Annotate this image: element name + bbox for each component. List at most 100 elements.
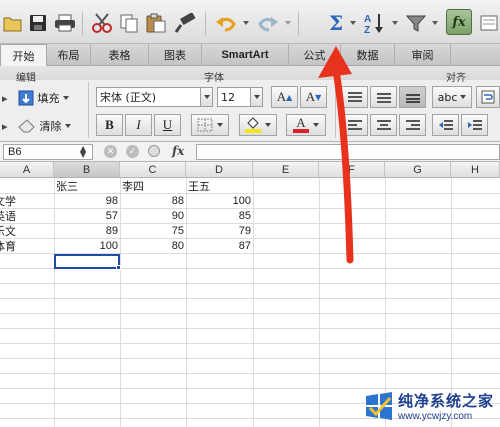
column-header-d[interactable]: D bbox=[186, 162, 253, 178]
cell-c3[interactable]: 90 bbox=[120, 208, 186, 223]
wrap-icon bbox=[481, 90, 495, 104]
cell-a3[interactable]: 英语 bbox=[0, 208, 54, 223]
cell-d4[interactable]: 79 bbox=[186, 223, 253, 238]
group-title-edit: 编辑 bbox=[16, 73, 36, 84]
cell-a5[interactable]: 体育 bbox=[0, 238, 54, 253]
cell-d5[interactable]: 87 bbox=[186, 238, 253, 253]
cell-d3[interactable]: 85 bbox=[186, 208, 253, 223]
borders-button[interactable] bbox=[191, 114, 229, 136]
column-header-a[interactable]: A bbox=[0, 162, 54, 178]
filter-icon[interactable] bbox=[404, 10, 430, 36]
cell-b3[interactable]: 57 bbox=[54, 208, 120, 223]
tab-charts[interactable]: 图表 bbox=[149, 44, 202, 66]
cell-a4[interactable]: 乐文 bbox=[0, 223, 54, 238]
column-header-e[interactable]: E bbox=[253, 162, 319, 178]
cell-c4[interactable]: 75 bbox=[120, 223, 186, 238]
align-bottom-button[interactable] bbox=[399, 86, 426, 108]
group-title-font: 字体 bbox=[204, 73, 224, 84]
paint-bucket-icon bbox=[247, 117, 259, 129]
tab-layout[interactable]: 布局 bbox=[47, 44, 91, 66]
shrink-font-button[interactable]: A ▼ bbox=[300, 86, 327, 108]
formula-state-icon bbox=[148, 145, 160, 157]
decrease-indent-button[interactable] bbox=[432, 114, 459, 136]
cell-c1[interactable]: 李四 bbox=[120, 178, 186, 193]
font-size-field[interactable]: 12 bbox=[217, 87, 251, 107]
format-painter-icon[interactable] bbox=[172, 10, 198, 36]
column-header-h[interactable]: H bbox=[451, 162, 500, 178]
formula-input[interactable] bbox=[196, 144, 500, 160]
cell-b5[interactable]: 100 bbox=[54, 238, 120, 253]
svg-text:A: A bbox=[364, 14, 371, 25]
watermark-logo-icon bbox=[364, 392, 394, 420]
cut-icon[interactable] bbox=[90, 10, 114, 36]
underline-button[interactable]: U bbox=[154, 114, 181, 136]
ribbon-home: 编辑 字体 对齐 ▸ 填充 ▸ 清除 宋体 (正文) 12 A ▲ A ▼ B I … bbox=[0, 66, 500, 142]
tab-formulas[interactable]: 公式 bbox=[289, 44, 341, 66]
fill-down-icon bbox=[18, 90, 34, 106]
open-folder-icon[interactable] bbox=[2, 10, 24, 36]
clear-label: 清除 bbox=[39, 120, 62, 133]
cell-c5[interactable]: 80 bbox=[120, 238, 186, 253]
align-top-button[interactable] bbox=[341, 86, 368, 108]
fill-button[interactable]: ▸ 填充 bbox=[2, 88, 69, 108]
tab-home[interactable]: 开始 bbox=[0, 44, 47, 67]
increase-indent-button[interactable] bbox=[461, 114, 488, 136]
tab-data[interactable]: 数据 bbox=[341, 44, 395, 66]
align-middle-button[interactable] bbox=[370, 86, 397, 108]
font-color-button[interactable]: A bbox=[286, 114, 326, 136]
sort-icon[interactable]: AZ bbox=[362, 10, 388, 36]
formula-builder-icon: fx bbox=[452, 14, 466, 30]
name-box-stepper-icon[interactable]: ▲ ▼ bbox=[80, 145, 86, 159]
print-icon[interactable] bbox=[53, 10, 77, 36]
align-center-button[interactable] bbox=[370, 114, 397, 136]
cell-b4[interactable]: 89 bbox=[54, 223, 120, 238]
fill-handle[interactable] bbox=[116, 265, 121, 270]
font-name-field[interactable]: 宋体 (正文) bbox=[96, 87, 201, 107]
italic-button[interactable]: I bbox=[125, 114, 152, 136]
column-header-g[interactable]: G bbox=[385, 162, 451, 178]
fill-color-button[interactable] bbox=[239, 114, 277, 136]
font-size-dropdown[interactable] bbox=[250, 87, 263, 107]
borders-icon bbox=[197, 118, 213, 132]
grow-font-button[interactable]: A ▲ bbox=[271, 86, 298, 108]
selected-cell-b6[interactable] bbox=[54, 254, 120, 269]
save-icon[interactable] bbox=[28, 10, 48, 36]
cell-d1[interactable]: 王五 bbox=[186, 178, 253, 193]
watermark: 纯净系统之家 www.ycwjzy.com bbox=[364, 385, 500, 427]
font-name-dropdown[interactable] bbox=[200, 87, 213, 107]
column-header-f[interactable]: F bbox=[319, 162, 385, 178]
tab-review[interactable]: 审阅 bbox=[395, 44, 451, 66]
tab-tables[interactable]: 表格 bbox=[91, 44, 149, 66]
formula-builder-button[interactable]: fx bbox=[446, 9, 472, 35]
insert-function-icon[interactable]: fx bbox=[172, 144, 184, 158]
redo-icon[interactable] bbox=[255, 10, 281, 36]
align-right-button[interactable] bbox=[399, 114, 426, 136]
formula-bar: B6 ▲ ▼ ✕ ✓ fx bbox=[0, 142, 500, 162]
wrap-icon-button[interactable] bbox=[476, 86, 500, 108]
standard-toolbar: Σ AZ fx bbox=[0, 0, 500, 44]
paste-icon[interactable] bbox=[144, 10, 168, 36]
cell-c2[interactable]: 88 bbox=[120, 193, 186, 208]
copy-icon[interactable] bbox=[118, 10, 140, 36]
column-header-b[interactable]: B bbox=[54, 162, 120, 178]
clear-button[interactable]: ▸ 清除 bbox=[2, 116, 71, 136]
bold-button[interactable]: B bbox=[96, 114, 123, 136]
cell-a2[interactable]: 文学 bbox=[0, 193, 54, 208]
eraser-icon bbox=[17, 119, 35, 133]
cell-b2[interactable]: 98 bbox=[54, 193, 120, 208]
column-header-c[interactable]: C bbox=[120, 162, 186, 178]
align-left-button[interactable] bbox=[341, 114, 368, 136]
cancel-formula-icon[interactable]: ✕ bbox=[104, 145, 117, 158]
fill-label: 填充 bbox=[37, 92, 60, 105]
enter-formula-icon[interactable]: ✓ bbox=[126, 145, 139, 158]
watermark-title: 纯净系统之家 bbox=[398, 392, 495, 410]
group-title-align: 对齐 bbox=[446, 73, 466, 84]
watermark-url: www.ycwjzy.com bbox=[398, 411, 473, 422]
undo-icon[interactable] bbox=[213, 10, 239, 36]
more-toolbar-icon[interactable] bbox=[478, 10, 500, 36]
cell-d2[interactable]: 100 bbox=[186, 193, 253, 208]
autosum-icon[interactable]: Σ bbox=[326, 10, 346, 36]
wrap-text-button[interactable]: abc bbox=[432, 86, 472, 108]
tab-smartart[interactable]: SmartArt bbox=[202, 44, 289, 66]
cell-b1[interactable]: 张三 bbox=[54, 178, 120, 193]
